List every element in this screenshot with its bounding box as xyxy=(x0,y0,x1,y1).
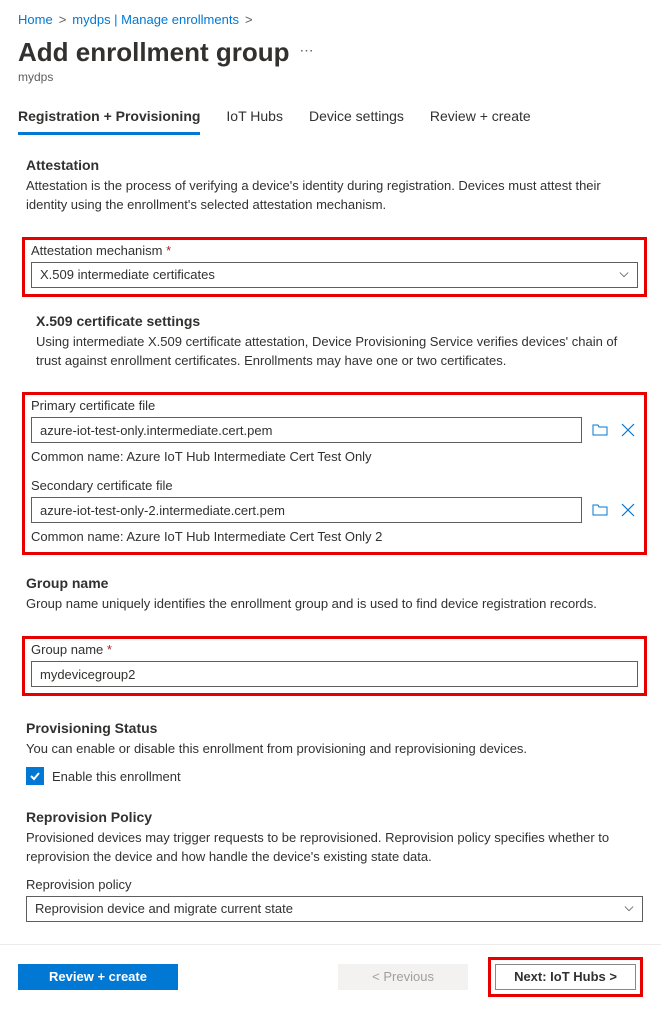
primary-cert-common-name: Common name: Azure IoT Hub Intermediate … xyxy=(31,449,638,464)
more-icon[interactable]: ⋯ xyxy=(300,42,314,63)
provisioning-status-heading: Provisioning Status xyxy=(26,720,643,736)
tab-iot-hubs[interactable]: IoT Hubs xyxy=(226,102,283,135)
secondary-cert-common-name: Common name: Azure IoT Hub Intermediate … xyxy=(31,529,638,544)
attestation-heading: Attestation xyxy=(26,157,643,173)
breadcrumb-home[interactable]: Home xyxy=(18,12,53,27)
provisioning-status-description: You can enable or disable this enrollmen… xyxy=(26,740,643,759)
group-name-input[interactable] xyxy=(31,661,638,687)
reprovision-policy-value: Reprovision device and migrate current s… xyxy=(35,901,293,916)
group-name-highlight: Group name * xyxy=(22,636,647,696)
page-subtitle: mydps xyxy=(18,70,643,84)
close-icon xyxy=(620,422,636,438)
reprovision-policy-heading: Reprovision Policy xyxy=(26,809,643,825)
close-icon xyxy=(620,502,636,518)
tab-review-create[interactable]: Review + create xyxy=(430,102,531,135)
primary-cert-input[interactable] xyxy=(31,417,582,443)
secondary-cert-browse-button[interactable] xyxy=(590,500,610,520)
tab-bar: Registration + Provisioning IoT Hubs Dev… xyxy=(18,102,643,135)
attestation-mechanism-value: X.509 intermediate certificates xyxy=(40,267,215,282)
chevron-down-icon xyxy=(624,904,634,914)
enable-enrollment-checkbox[interactable] xyxy=(26,767,44,785)
tab-registration[interactable]: Registration + Provisioning xyxy=(18,102,200,135)
tab-device-settings[interactable]: Device settings xyxy=(309,102,404,135)
group-name-heading: Group name xyxy=(26,575,643,591)
primary-cert-browse-button[interactable] xyxy=(590,420,610,440)
x509-description: Using intermediate X.509 certificate att… xyxy=(36,333,643,371)
certificate-files-highlight: Primary certificate file Common name: Az… xyxy=(22,392,647,555)
chevron-right-icon: > xyxy=(59,12,67,27)
folder-icon xyxy=(592,502,608,518)
reprovision-policy-description: Provisioned devices may trigger requests… xyxy=(26,829,643,867)
breadcrumb-path[interactable]: mydps | Manage enrollments xyxy=(72,12,239,27)
attestation-mechanism-highlight: Attestation mechanism * X.509 intermedia… xyxy=(22,237,647,297)
secondary-cert-input[interactable] xyxy=(31,497,582,523)
enable-enrollment-label: Enable this enrollment xyxy=(52,769,181,784)
footer-actions: Review + create < Previous Next: IoT Hub… xyxy=(0,957,661,1013)
folder-icon xyxy=(592,422,608,438)
reprovision-policy-select[interactable]: Reprovision device and migrate current s… xyxy=(26,896,643,922)
reprovision-policy-label: Reprovision policy xyxy=(26,877,643,892)
attestation-mechanism-label: Attestation mechanism * xyxy=(31,243,638,258)
group-name-label: Group name * xyxy=(31,642,638,657)
breadcrumb: Home > mydps | Manage enrollments > xyxy=(18,12,643,27)
checkmark-icon xyxy=(29,770,41,782)
primary-cert-label: Primary certificate file xyxy=(31,398,638,413)
attestation-description: Attestation is the process of verifying … xyxy=(26,177,643,215)
next-button[interactable]: Next: IoT Hubs > xyxy=(495,964,636,990)
review-create-button[interactable]: Review + create xyxy=(18,964,178,990)
previous-button[interactable]: < Previous xyxy=(338,964,468,990)
group-name-description: Group name uniquely identifies the enrol… xyxy=(26,595,643,614)
attestation-mechanism-select[interactable]: X.509 intermediate certificates xyxy=(31,262,638,288)
primary-cert-clear-button[interactable] xyxy=(618,420,638,440)
page-title: Add enrollment group xyxy=(18,37,290,68)
x509-heading: X.509 certificate settings xyxy=(36,313,643,329)
footer-divider xyxy=(0,944,661,945)
next-button-highlight: Next: IoT Hubs > xyxy=(488,957,643,997)
chevron-right-icon: > xyxy=(245,12,253,27)
chevron-down-icon xyxy=(619,270,629,280)
secondary-cert-label: Secondary certificate file xyxy=(31,478,638,493)
secondary-cert-clear-button[interactable] xyxy=(618,500,638,520)
